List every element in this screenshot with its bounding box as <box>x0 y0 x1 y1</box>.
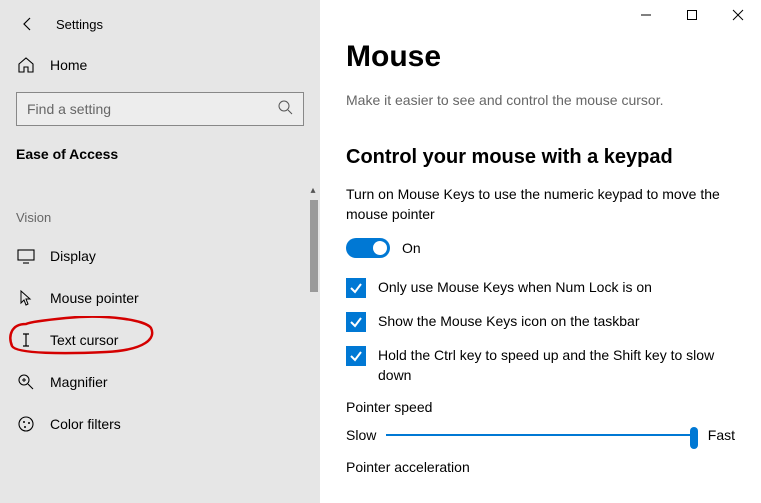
sidebar-item-label: Color filters <box>50 416 121 432</box>
check-label: Only use Mouse Keys when Num Lock is on <box>378 278 652 298</box>
check-row-taskbar-icon: Show the Mouse Keys icon on the taskbar <box>346 312 735 332</box>
display-icon <box>16 247 36 265</box>
sidebar-scrollbar[interactable]: ▴ ▾ <box>306 200 320 500</box>
sidebar-item-label: Display <box>50 248 96 264</box>
sidebar-item-text-cursor[interactable]: Text cursor <box>0 319 320 361</box>
search-input[interactable] <box>27 101 277 117</box>
settings-window: Settings Home Ease of Access Vision Disp… <box>0 0 761 503</box>
sidebar-item-magnifier[interactable]: Magnifier <box>0 361 320 403</box>
sidebar-item-home[interactable]: Home <box>0 46 320 84</box>
content-pane: Mouse Make it easier to see and control … <box>320 0 761 503</box>
check-label: Show the Mouse Keys icon on the taskbar <box>378 312 639 332</box>
sidebar-item-label: Mouse pointer <box>50 290 139 306</box>
section-title: Control your mouse with a keypad <box>346 146 735 169</box>
search-box[interactable] <box>16 92 304 126</box>
page-title: Mouse <box>346 40 735 74</box>
checkbox-numlock[interactable] <box>346 278 366 298</box>
pointer-speed-slider-row: Slow Fast <box>346 425 735 445</box>
search-icon <box>277 99 293 120</box>
check-row-numlock: Only use Mouse Keys when Num Lock is on <box>346 278 735 298</box>
pointer-acceleration-label: Pointer acceleration <box>346 459 735 475</box>
sidebar-item-color-filters[interactable]: Color filters <box>0 403 320 445</box>
fast-label: Fast <box>708 427 735 443</box>
close-button[interactable] <box>715 0 761 30</box>
sidebar-item-mouse-pointer[interactable]: Mouse pointer <box>0 277 320 319</box>
window-controls <box>623 0 761 30</box>
sidebar-subhead: Vision <box>0 168 320 235</box>
home-icon <box>16 56 36 74</box>
mouse-keys-toggle[interactable] <box>346 238 390 258</box>
pointer-speed-label: Pointer speed <box>346 399 735 415</box>
main-content: Mouse Make it easier to see and control … <box>320 0 761 475</box>
section-description: Turn on Mouse Keys to use the numeric ke… <box>346 185 735 224</box>
minimize-button[interactable] <box>623 0 669 30</box>
pointer-speed-slider[interactable] <box>386 425 697 445</box>
home-label: Home <box>50 57 87 73</box>
checkbox-taskbar-icon[interactable] <box>346 312 366 332</box>
sidebar-item-label: Magnifier <box>50 374 108 390</box>
page-description: Make it easier to see and control the mo… <box>346 92 735 108</box>
sidebar-item-display[interactable]: Display <box>0 235 320 277</box>
checkbox-ctrl-shift[interactable] <box>346 346 366 366</box>
back-button[interactable] <box>16 12 40 36</box>
mouse-keys-toggle-row: On <box>346 238 735 258</box>
scroll-thumb[interactable] <box>310 200 318 292</box>
magnifier-icon <box>16 373 36 391</box>
pointer-speed-section: Pointer speed Slow Fast <box>346 399 735 445</box>
window-title: Settings <box>56 17 103 32</box>
text-cursor-icon <box>16 331 36 349</box>
slider-track <box>386 434 697 436</box>
sidebar: Settings Home Ease of Access Vision Disp… <box>0 0 320 503</box>
titlebar: Settings <box>0 0 320 46</box>
toggle-state-label: On <box>402 240 421 256</box>
maximize-button[interactable] <box>669 0 715 30</box>
check-row-ctrl-shift: Hold the Ctrl key to speed up and the Sh… <box>346 346 735 385</box>
sidebar-category: Ease of Access <box>0 126 320 168</box>
sidebar-item-label: Text cursor <box>50 332 118 348</box>
check-label: Hold the Ctrl key to speed up and the Sh… <box>378 346 735 385</box>
slow-label: Slow <box>346 427 376 443</box>
slider-thumb[interactable] <box>690 427 698 449</box>
color-filters-icon <box>16 415 36 433</box>
scroll-up-icon[interactable]: ▴ <box>308 186 318 196</box>
mouse-pointer-icon <box>16 289 36 307</box>
